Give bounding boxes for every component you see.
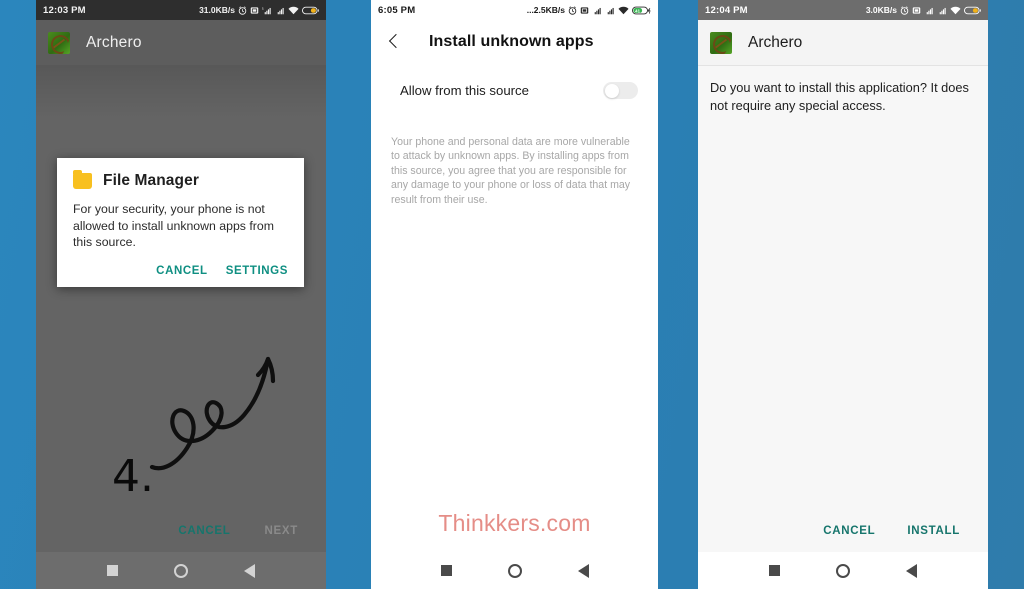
recents-square-icon[interactable] <box>107 565 118 576</box>
screenshot-stage: 12:03 PM 31.0KB/s 1 Archero File Manager… <box>0 0 1024 589</box>
back-triangle-icon[interactable] <box>906 563 917 578</box>
page-title: Install unknown apps <box>429 33 594 50</box>
app-bar-1: Archero <box>36 20 326 65</box>
dialog-header: File Manager <box>73 170 288 190</box>
allow-source-toggle[interactable] <box>603 82 638 99</box>
toggle-knob <box>604 83 619 98</box>
battery-icon <box>964 6 981 15</box>
signal-1-icon: 1 <box>262 6 272 15</box>
back-chevron-icon[interactable] <box>385 33 403 51</box>
battery-charging-icon: 41 <box>632 6 651 15</box>
recents-square-icon[interactable] <box>769 565 780 576</box>
home-circle-icon[interactable] <box>836 563 850 578</box>
status-bar-data-rate: 31.0KB/s <box>199 5 235 15</box>
back-triangle-icon[interactable] <box>577 563 589 578</box>
nav-bar-2 <box>371 552 658 589</box>
dialog-cancel-button[interactable]: CANCEL <box>156 265 208 277</box>
file-manager-dialog: File Manager For your security, your pho… <box>57 158 304 287</box>
phone-screenshot-3: 12:04 PM 3.0KB/s Archero Do you want to … <box>698 0 988 589</box>
status-bar-time: 12:03 PM <box>43 4 86 16</box>
alarm-icon <box>238 5 247 15</box>
panel-3-action-bar: CANCEL INSTALL <box>698 510 988 552</box>
unknown-apps-description: Your phone and personal data are more vu… <box>391 136 631 206</box>
app-title: Archero <box>86 33 142 51</box>
archero-app-icon <box>48 31 70 54</box>
panel-1-content <box>36 65 326 552</box>
status-bar-time: 12:04 PM <box>705 4 748 16</box>
wifi-icon <box>288 6 299 15</box>
status-bar-time: 6:05 PM <box>378 4 416 16</box>
dialog-actions: CANCEL SETTINGS <box>73 265 288 281</box>
alarm-icon <box>568 5 577 15</box>
archero-app-icon <box>710 31 732 54</box>
app-title: Archero <box>748 33 803 51</box>
status-bar-3: 12:04 PM 3.0KB/s <box>698 0 988 20</box>
battery-icon <box>302 6 319 15</box>
annotation-number-4: 4. <box>112 451 154 502</box>
nav-bar-3 <box>698 552 988 589</box>
signal-2-icon <box>275 6 285 15</box>
svg-text:41: 41 <box>635 8 641 13</box>
wifi-icon <box>618 6 629 15</box>
cancel-button[interactable]: CANCEL <box>817 524 881 538</box>
signal-2-icon <box>605 6 615 15</box>
recents-square-icon[interactable] <box>440 565 452 576</box>
folder-icon <box>73 170 92 189</box>
status-bar-data-rate: 3.0KB/s <box>865 5 897 15</box>
status-bar-1: 12:03 PM 31.0KB/s 1 <box>36 0 326 20</box>
wifi-icon <box>950 6 961 15</box>
home-circle-icon[interactable] <box>174 563 188 578</box>
watermark: Thinkkers.com <box>438 510 591 536</box>
nav-bar-1 <box>36 552 326 589</box>
cancel-button[interactable]: CANCEL <box>172 524 236 538</box>
screenshot-icon <box>912 6 921 15</box>
svg-text:1: 1 <box>262 6 264 10</box>
status-bar-data-rate: ...2.5KB/s <box>526 5 565 15</box>
phone-screenshot-1: 12:03 PM 31.0KB/s 1 Archero File Manager… <box>36 0 326 589</box>
screenshot-icon <box>250 6 259 15</box>
install-question: Do you want to install this application?… <box>710 80 969 113</box>
back-triangle-icon[interactable] <box>244 563 255 578</box>
dialog-settings-button[interactable]: SETTINGS <box>226 265 288 277</box>
next-button: NEXT <box>259 524 304 538</box>
app-bar-2: Install unknown apps <box>371 20 658 64</box>
home-circle-icon[interactable] <box>507 563 522 578</box>
status-bar-2: 6:05 PM ...2.5KB/s 41 <box>371 0 658 20</box>
app-bar-3: Archero <box>698 20 988 65</box>
signal-2-icon <box>937 6 947 15</box>
screenshot-icon <box>580 6 589 15</box>
setting-label: Allow from this source <box>400 83 529 98</box>
install-button[interactable]: INSTALL <box>901 524 966 538</box>
signal-1-icon <box>592 6 602 15</box>
dialog-title: File Manager <box>103 172 199 189</box>
phone-screenshot-2: 6:05 PM ...2.5KB/s 41 Install unknown ap… <box>371 0 658 589</box>
allow-from-this-source-row[interactable]: Allow from this source <box>371 64 658 99</box>
signal-1-icon <box>924 6 934 15</box>
panel-1-action-bar: CANCEL NEXT <box>36 510 326 552</box>
alarm-icon <box>900 5 909 15</box>
dialog-message: For your security, your phone is not all… <box>73 202 274 249</box>
